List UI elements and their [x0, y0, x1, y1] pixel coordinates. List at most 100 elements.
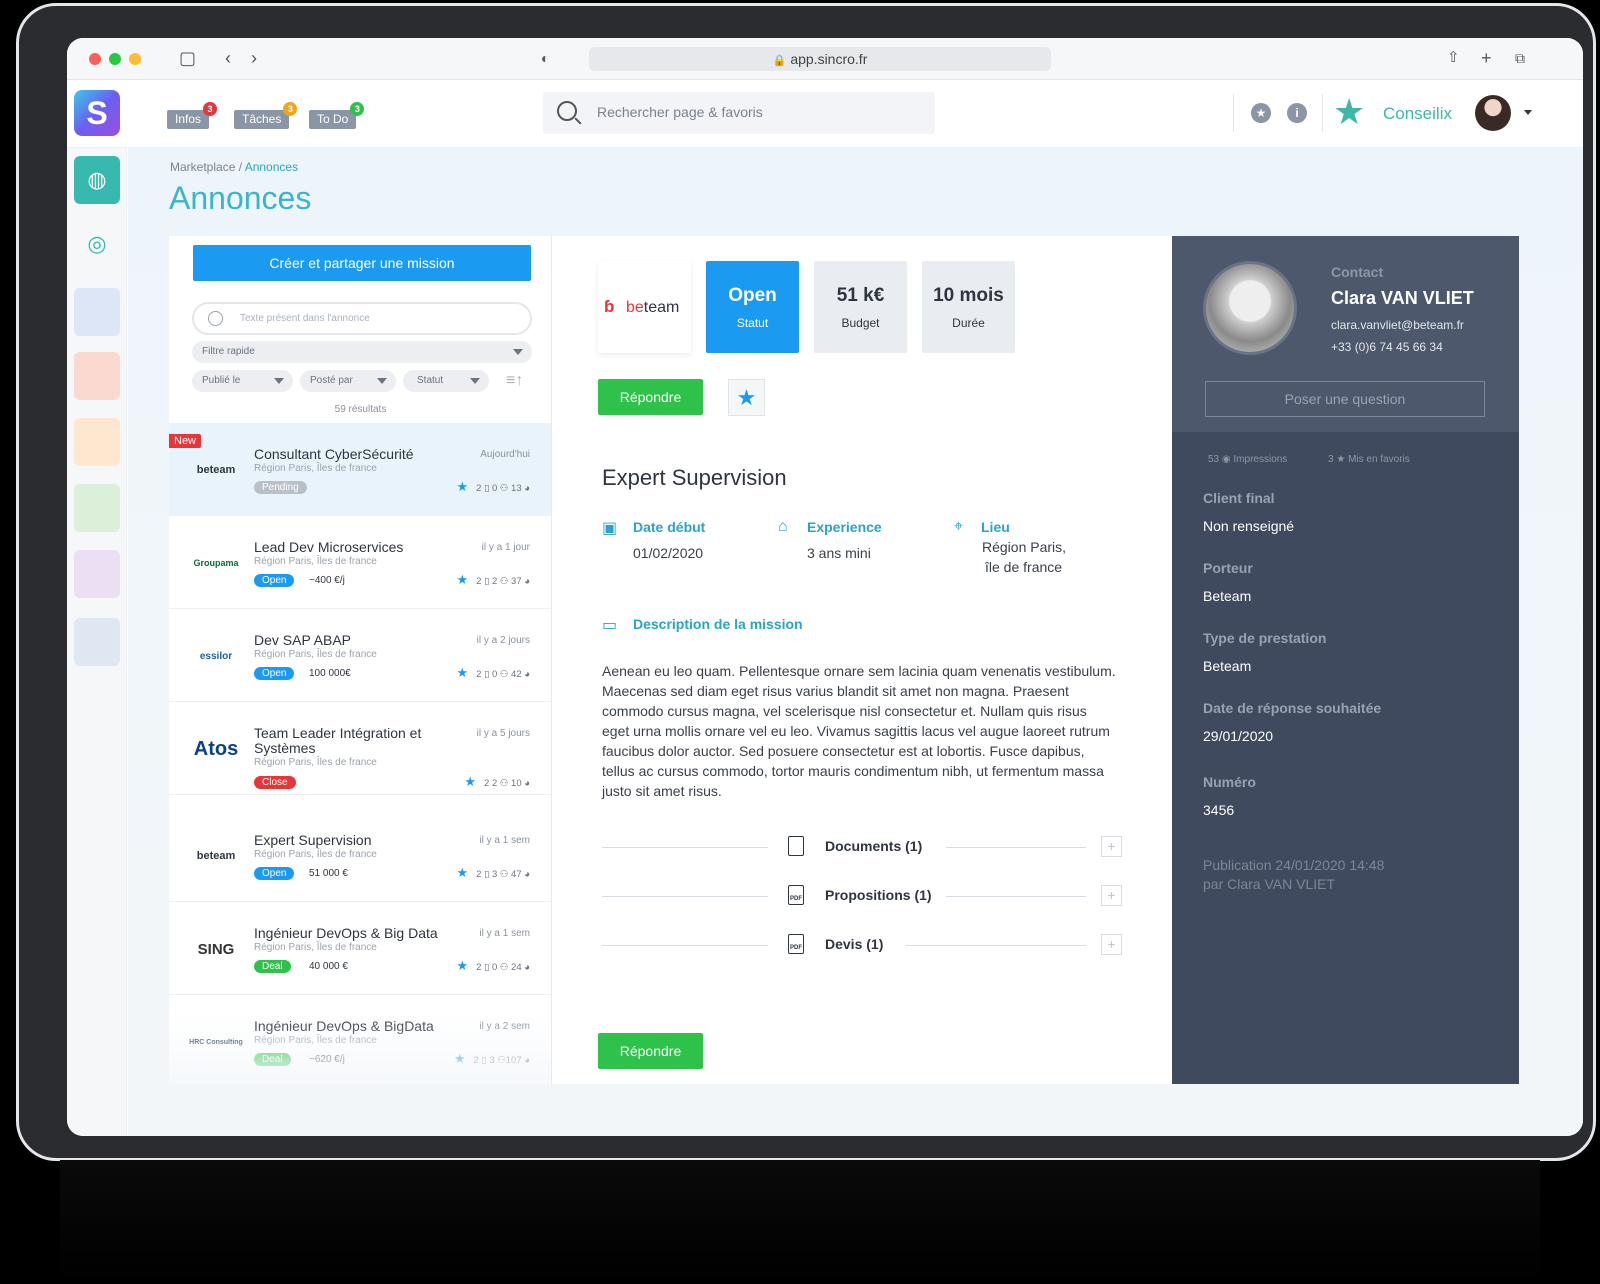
breadcrumb-active[interactable]: Annonces [245, 160, 298, 174]
contact-phone[interactable]: +33 (0)6 74 45 66 34 [1331, 340, 1443, 354]
contact-field-key: Porteur [1203, 560, 1253, 576]
star-icon[interactable]: ★ [457, 865, 469, 880]
company-logo: Groupama [193, 558, 239, 568]
url-bar[interactable]: 🔒 app.sincro.fr [589, 47, 1051, 71]
reply-button-top[interactable]: Répondre [598, 379, 703, 415]
item-title: Consultant CyberSécurité [254, 446, 414, 462]
star-icon[interactable]: ★ [457, 572, 469, 587]
list-item[interactable]: Groupama Lead Dev Microservices Région Par… [169, 516, 551, 609]
tab-infos[interactable]: Infos 3 [167, 102, 218, 129]
sidebar-item-settings[interactable] [74, 618, 120, 666]
list-search-input[interactable]: Texte présent dans l'annonce [192, 302, 532, 335]
filter-status[interactable]: Statut [403, 370, 489, 392]
devis-row[interactable]: PDF Devis (1) + [602, 934, 1122, 956]
add-proposition-button[interactable]: + [1101, 885, 1122, 906]
propositions-row[interactable]: PDF Propositions (1) + [602, 885, 1122, 907]
status-badge: Open [254, 667, 295, 680]
create-mission-button[interactable]: Créer et partager une mission [193, 245, 531, 281]
duration-value: 10 mois [933, 285, 1004, 306]
status-badge: Close [254, 776, 296, 789]
lock-icon: 🔒 [772, 55, 787, 67]
item-time: il y a 2 jours [476, 635, 530, 646]
favorites-count: 3 ★ Mis en favoris [1328, 454, 1410, 465]
tab-todo-label: To Do [317, 112, 349, 126]
sidebar-toggle-icon[interactable]: ▢ [179, 48, 196, 68]
item-title: Ingénieur DevOps & Big Data [254, 925, 438, 941]
list-item[interactable]: SING Ingénieur DevOps & Big Data Région Pa… [169, 902, 551, 995]
globe-icon: ◍ [87, 167, 107, 192]
star-icon[interactable]: ★ [457, 958, 469, 973]
status-badge: Pending [254, 481, 307, 494]
list-item[interactable]: essilor Dev SAP ABAP Région Paris, Îles de… [169, 609, 551, 702]
location-pin-icon: ⌖ [954, 518, 964, 535]
filter-status-label: Statut [417, 375, 444, 386]
star-icon[interactable]: ★ [457, 665, 469, 680]
documents-row[interactable]: Documents (1) + [602, 836, 1122, 858]
forward-icon[interactable]: › [251, 48, 257, 68]
budget-value: 51 k€ [836, 285, 885, 306]
share-icon[interactable]: ⇧ [1447, 48, 1460, 68]
sort-icon[interactable]: ≡↑ [506, 372, 523, 390]
favorite-star-button[interactable]: ★ [728, 379, 765, 416]
brand-name[interactable]: Conseilix [1383, 104, 1452, 124]
list-item[interactable]: Atos Team Leader Intégration et Systèmes R… [169, 702, 551, 795]
global-search[interactable]: Rechercher page & favoris [543, 92, 935, 134]
status-badge: Open [254, 867, 295, 880]
list-item[interactable]: beteam Expert Supervision Région Paris, Îl… [169, 809, 551, 902]
sidebar-item-profile[interactable] [74, 418, 120, 466]
item-title: Team Leader Intégration et Systèmes [254, 725, 422, 756]
filter-published[interactable]: Publié le [192, 370, 293, 392]
contact-field-value: Non renseigné [1203, 518, 1295, 534]
status-badge: Open [254, 574, 295, 587]
sidebar-item-team[interactable] [74, 484, 120, 532]
sidebar-item-marketplace[interactable]: ◍ [74, 156, 120, 204]
maximize-window-button[interactable] [109, 53, 121, 65]
status-label: Statut [736, 316, 769, 330]
propositions-label: Propositions (1) [825, 887, 932, 903]
info-icon[interactable]: i [1287, 103, 1307, 123]
filter-posted-by-label: Posté par [310, 375, 353, 386]
missions-list-panel: Créer et partager une mission Texte prés… [169, 236, 552, 1084]
company-logo: ɓ beteam [598, 261, 691, 353]
reply-button-bottom[interactable]: Répondre [598, 1033, 703, 1069]
back-icon[interactable]: ‹ [225, 48, 231, 68]
shield-icon[interactable]: ◐ [541, 48, 549, 68]
new-tab-icon[interactable]: + [1481, 48, 1492, 68]
chevron-down-icon [470, 378, 480, 384]
item-location: Région Paris, Îles de france [254, 849, 377, 860]
tab-todo[interactable]: To Do 3 [309, 102, 365, 129]
ask-question-button[interactable]: Poser une question [1205, 381, 1485, 417]
app-logo[interactable]: S [74, 90, 120, 136]
quick-filter-label: Filtre rapide [202, 346, 255, 357]
quick-filter-select[interactable]: Filtre rapide [192, 341, 532, 363]
star-icon[interactable]: ★ [464, 774, 476, 789]
star-icon[interactable]: ★ [457, 479, 469, 494]
sidebar-item-missions[interactable] [74, 352, 120, 400]
breadcrumb-root[interactable]: Marketplace / [170, 160, 245, 174]
filter-posted-by[interactable]: Posté par [300, 370, 396, 392]
add-document-button[interactable]: + [1101, 836, 1122, 857]
item-location: Région Paris, Îles de france [254, 757, 377, 768]
item-time: il y a 1 jour [481, 542, 530, 553]
divider [946, 896, 1086, 897]
item-time: il y a 1 sem [479, 835, 530, 846]
device-base [60, 1160, 1540, 1284]
chevron-down-icon[interactable] [1524, 110, 1532, 115]
tab-taches-label: Tâches [242, 112, 282, 126]
contact-email[interactable]: clara.vanvliet@beteam.fr [1331, 318, 1464, 332]
contact-field-key: Date de réponse souhaitée [1203, 700, 1382, 716]
sidebar-item-network[interactable]: ◎ [74, 220, 120, 268]
sidebar-item-stats[interactable] [74, 288, 120, 336]
list-item[interactable]: New beteam Consultant CyberSécurité Région … [169, 423, 551, 516]
minimize-window-button[interactable] [129, 53, 141, 65]
calendar-icon: ▣ [602, 520, 618, 537]
tabs-overview-icon[interactable]: ⧉ [1515, 48, 1525, 68]
favorites-star-icon[interactable]: ★ [1251, 103, 1271, 123]
tab-taches[interactable]: Tâches 3 [234, 102, 298, 129]
company-logo-text: beteam [626, 299, 680, 316]
item-location: Région Paris, Îles de france [254, 556, 377, 567]
close-window-button[interactable] [89, 53, 101, 65]
sidebar-item-archive[interactable] [74, 550, 120, 598]
add-devis-button[interactable]: + [1101, 934, 1122, 955]
user-avatar[interactable] [1475, 95, 1511, 131]
